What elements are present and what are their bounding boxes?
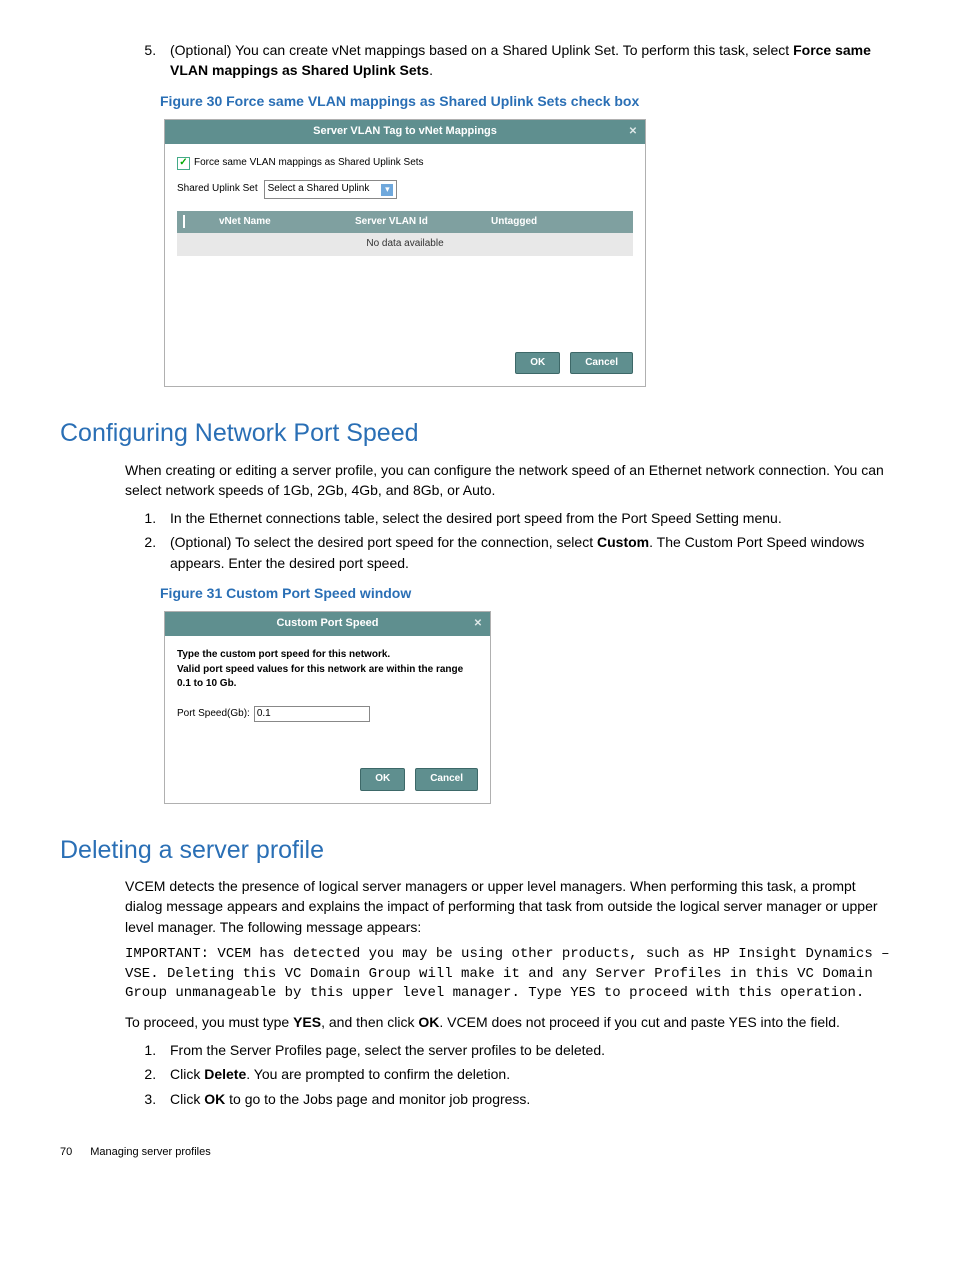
step5-text-a: (Optional) You can create vNet mappings … <box>170 42 793 58</box>
cancel-button[interactable]: Cancel <box>570 352 633 375</box>
page-number: 70 <box>60 1145 72 1161</box>
step5-text-b: . <box>429 62 433 78</box>
shared-uplink-label: Shared Uplink Set <box>177 182 258 197</box>
close-icon[interactable]: ✕ <box>627 126 639 138</box>
cps-line1: Type the custom port speed for this netw… <box>177 649 390 660</box>
heading-deleting-server-profile: Deleting a server profile <box>60 832 894 868</box>
page-footer: 70 Managing server profiles <box>60 1145 894 1161</box>
col-vnet: vNet Name <box>219 215 355 230</box>
chevron-down-icon: ▾ <box>381 184 393 196</box>
cancel-button[interactable]: Cancel <box>415 768 478 791</box>
col-untagged: Untagged <box>491 215 627 230</box>
dialog-custom-port-speed: Custom Port Speed ✕ Type the custom port… <box>164 611 491 803</box>
footer-title: Managing server profiles <box>90 1145 210 1161</box>
ok-button[interactable]: OK <box>515 352 560 375</box>
del-step-1: From the Server Profiles page, select th… <box>160 1040 894 1060</box>
cfg-step-1: In the Ethernet connections table, selec… <box>160 508 894 528</box>
port-speed-input[interactable]: 0.1 <box>254 706 370 723</box>
step-5: (Optional) You can create vNet mappings … <box>160 40 894 81</box>
del-paragraph-2: To proceed, you must type YES, and then … <box>125 1012 894 1032</box>
dialog-title: Server VLAN Tag to vNet Mappings <box>313 124 497 140</box>
checkbox-all[interactable] <box>183 215 185 228</box>
close-icon[interactable]: ✕ <box>472 618 484 630</box>
figure-30-caption: Figure 30 Force same VLAN mappings as Sh… <box>160 91 894 111</box>
cfg-step-2: (Optional) To select the desired port sp… <box>160 532 894 573</box>
cps-line2: Valid port speed values for this network… <box>177 664 463 690</box>
dialog-title: Custom Port Speed <box>276 616 378 632</box>
shared-uplink-dropdown[interactable]: Select a Shared Uplink ▾ <box>264 180 398 199</box>
dialog-titlebar: Server VLAN Tag to vNet Mappings ✕ <box>165 120 645 144</box>
checkbox-force-same-vlan[interactable]: ✓ <box>177 157 190 170</box>
port-speed-label: Port Speed(Gb): <box>177 707 250 722</box>
dialog-vlan-mappings: Server VLAN Tag to vNet Mappings ✕ ✓ For… <box>164 119 646 387</box>
checkbox-label: Force same VLAN mappings as Shared Uplin… <box>194 156 424 171</box>
heading-configuring-network-port-speed: Configuring Network Port Speed <box>60 415 894 451</box>
ok-button[interactable]: OK <box>360 768 405 791</box>
table-no-data: No data available <box>177 233 633 256</box>
del-paragraph-1: VCEM detects the presence of logical ser… <box>125 876 894 937</box>
col-vlan: Server VLAN Id <box>355 215 491 230</box>
dialog-titlebar: Custom Port Speed ✕ <box>165 612 490 636</box>
important-message: IMPORTANT: VCEM has detected you may be … <box>125 945 894 1004</box>
del-step-2: Click Delete. You are prompted to confir… <box>160 1064 894 1084</box>
figure-31-caption: Figure 31 Custom Port Speed window <box>160 583 894 603</box>
del-step-3: Click OK to go to the Jobs page and moni… <box>160 1089 894 1109</box>
dropdown-text: Select a Shared Uplink <box>268 182 370 197</box>
cfg-paragraph-1: When creating or editing a server profil… <box>125 460 894 501</box>
table-header: vNet Name Server VLAN Id Untagged <box>177 211 633 234</box>
